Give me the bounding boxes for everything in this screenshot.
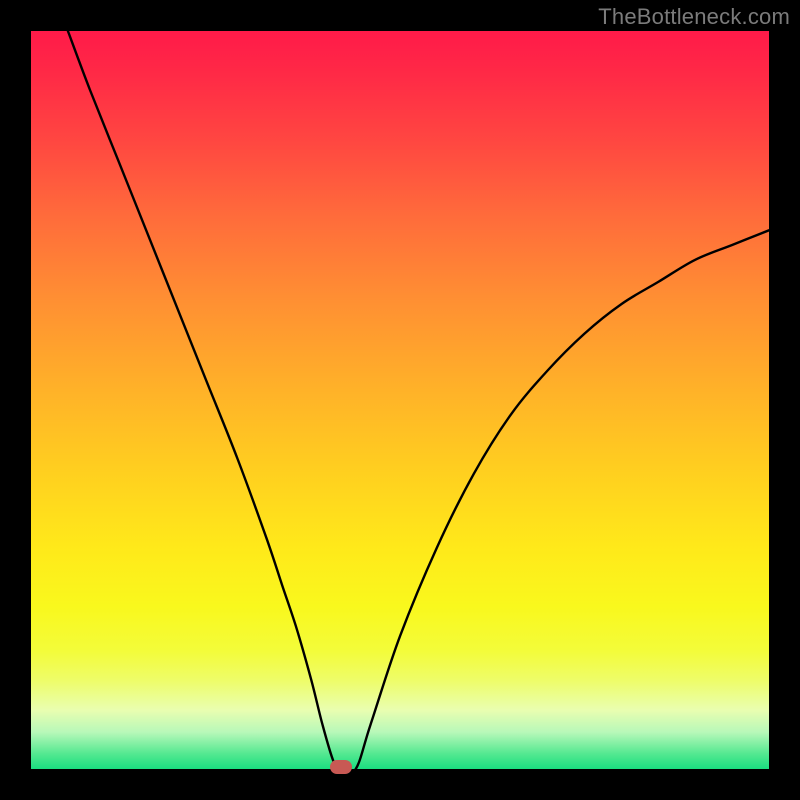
chart-frame: TheBottleneck.com <box>0 0 800 800</box>
optimal-point-marker <box>330 760 352 774</box>
watermark-text: TheBottleneck.com <box>598 4 790 30</box>
bottleneck-curve <box>31 31 769 769</box>
plot-area <box>31 31 769 769</box>
